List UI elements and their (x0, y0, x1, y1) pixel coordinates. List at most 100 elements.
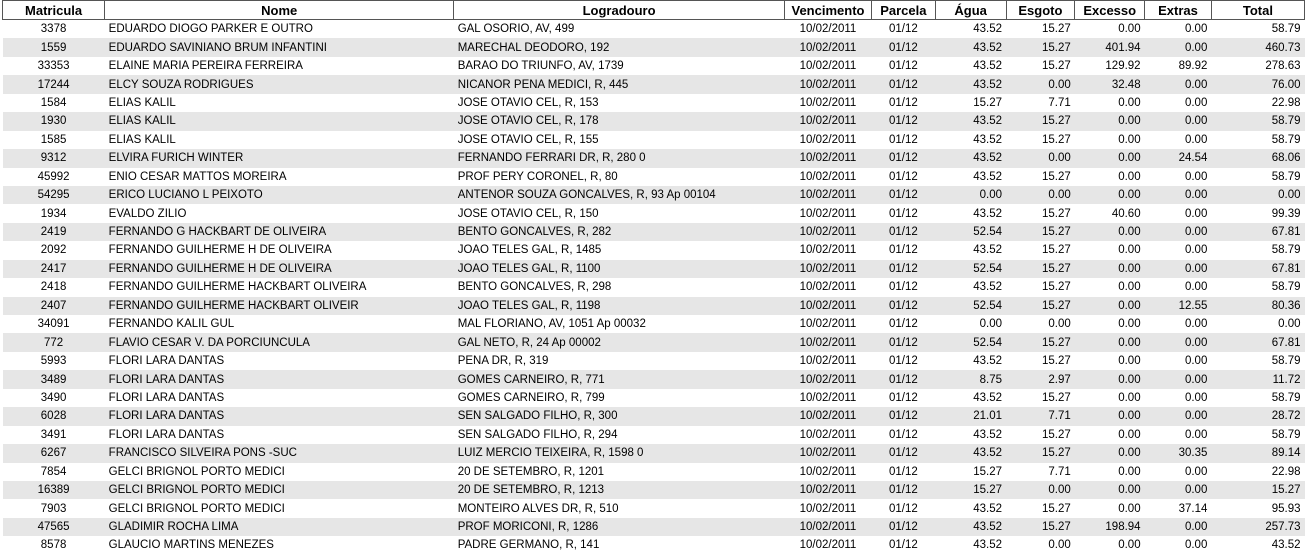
cell-nome: FERNANDO KALIL GUL (108, 318, 235, 331)
cell-matricula: 33353 (37, 60, 70, 73)
cell-agua: 43.52 (973, 391, 1003, 404)
cell-extras: 0.00 (1184, 244, 1208, 257)
cell-excesso: 0.00 (1118, 244, 1141, 257)
header-nome: Nome (104, 0, 455, 20)
cell-total: 76.00 (1211, 75, 1305, 94)
cell-esgoto: 15.27 (1042, 60, 1071, 73)
cell-total: 0.00 (1211, 185, 1305, 205)
table-header-row: Matricula Nome Logradouro Vencimento Par… (1, 0, 1306, 20)
cell-total: 89.14 (1211, 444, 1305, 463)
cell-total: 99.39 (1271, 207, 1301, 220)
cell-agua: 43.52 (973, 23, 1003, 36)
cell-excesso: 0.00 (1118, 170, 1141, 183)
cell-nome: FLORI LARA DANTAS (108, 428, 225, 441)
cell-vencimento: 10/02/2011 (799, 502, 857, 515)
cell-esgoto: 15.27 (1042, 502, 1071, 515)
cell-esgoto: 15.27 (1042, 207, 1071, 220)
cell-total: 11.72 (1211, 370, 1305, 389)
cell-vencimento: 10/02/2011 (784, 259, 872, 279)
cell-agua: 43.52 (973, 281, 1003, 294)
cell-logradouro: GAL NETO, R, 24 Ap 00002 (453, 333, 785, 352)
cell-agua: 43.52 (973, 502, 1003, 515)
cell-total: 80.36 (1211, 296, 1305, 315)
cell-matricula: 2417 (2, 259, 105, 279)
cell-agua: 43.52 (973, 133, 1003, 146)
cell-total: 67.81 (1211, 222, 1305, 242)
cell-agua: 52.54 (935, 259, 1007, 279)
cell-esgoto: 0.00 (1048, 318, 1071, 331)
cell-extras: 0.00 (1184, 170, 1208, 183)
table-row: 2092 FERNANDO GUILHERME H DE OLIVEIRA JOAO… (3, 241, 1305, 259)
cell-logradouro: FERNANDO FERRARI DR, R, 280 0 (453, 149, 785, 168)
cell-logradouro: JOSE OTAVIO CEL, R, 178 (453, 112, 785, 131)
cell-vencimento: 10/02/2011 (799, 207, 857, 220)
cell-matricula: 1934 (40, 207, 67, 220)
cell-vencimento: 10/02/2011 (799, 281, 857, 294)
table-row: 2407 FERNANDO GUILHERME HACKBART OLIVEIR J… (2, 296, 1305, 315)
cell-excesso: 0.00 (1118, 318, 1141, 331)
cell-agua: 0.00 (979, 318, 1003, 331)
header-matricula: Matricula (1, 0, 106, 20)
cell-excesso: 0.00 (1118, 281, 1141, 294)
cell-parcela: 01/12 (888, 170, 918, 183)
cell-matricula: 7854 (40, 465, 67, 478)
cell-parcela: 01/12 (888, 318, 918, 331)
cell-extras: 0.00 (1184, 23, 1208, 36)
cell-excesso: 0.00 (1074, 333, 1145, 352)
cell-total: 58.79 (1271, 244, 1301, 257)
cell-extras: 0.00 (1144, 407, 1212, 426)
cell-total: 58.79 (1211, 112, 1305, 131)
cell-excesso: 0.00 (1074, 259, 1145, 279)
cell-agua: 52.54 (935, 222, 1007, 242)
billing-table: Matricula Nome Logradouro Vencimento Par… (1, 0, 1306, 555)
cell-nome: FLORI LARA DANTAS (104, 407, 454, 426)
cell-nome: FERNANDO GUILHERME H DE OLIVEIRA (104, 259, 454, 279)
cell-total: 58.79 (1271, 281, 1301, 294)
cell-vencimento: 10/02/2011 (799, 133, 857, 146)
cell-nome: ELAINE MARIA PEREIRA FERREIRA (108, 60, 303, 73)
cell-agua: 0.00 (935, 185, 1007, 205)
cell-parcela: 01/12 (871, 296, 936, 315)
table-row: 16389 GELCI BRIGNOL PORTO MEDICI 20 DE SET… (2, 480, 1305, 500)
cell-excesso: 0.00 (1074, 480, 1145, 500)
cell-parcela: 01/12 (888, 96, 918, 109)
table-row: 3491 FLORI LARA DANTAS SEN SALGADO FILHO, … (3, 426, 1305, 444)
cell-vencimento: 10/02/2011 (799, 170, 857, 183)
cell-esgoto: 15.27 (1042, 170, 1071, 183)
table-row: 6028 FLORI LARA DANTAS SEN SALGADO FILHO, … (2, 407, 1305, 426)
cell-esgoto: 15.27 (1042, 281, 1071, 294)
cell-total: 58.79 (1271, 428, 1301, 441)
table-row: 17244 ELCY SOUZA RODRIGUES NICANOR PENA ME… (2, 75, 1305, 94)
cell-matricula: 2419 (2, 222, 105, 242)
cell-total: 58.79 (1271, 391, 1301, 404)
cell-extras: 0.00 (1144, 38, 1212, 57)
cell-excesso: 0.00 (1118, 465, 1141, 478)
cell-logradouro: GOMES CARNEIRO, R, 771 (453, 370, 785, 389)
cell-logradouro: 20 DE SETEMBRO, R, 1213 (453, 480, 785, 500)
cell-extras: 0.00 (1144, 333, 1212, 352)
cell-vencimento: 10/02/2011 (784, 480, 872, 500)
cell-matricula: 6267 (2, 444, 105, 463)
cell-logradouro: 20 DE SETEMBRO, R, 1201 (457, 465, 605, 478)
cell-vencimento: 10/02/2011 (784, 444, 872, 463)
cell-matricula: 9312 (2, 149, 105, 168)
cell-matricula: 45992 (37, 170, 70, 183)
cell-logradouro: BENTO GONCALVES, R, 282 (453, 222, 785, 242)
cell-matricula: 17244 (2, 75, 105, 94)
cell-extras: 0.00 (1144, 112, 1212, 131)
cell-agua: 43.52 (973, 244, 1003, 257)
table-row: 47565 GLADIMIR ROCHA LIMA PROF MORICONI, R… (2, 517, 1305, 537)
cell-total: 15.27 (1211, 480, 1305, 500)
cell-esgoto: 15.27 (1006, 222, 1075, 242)
cell-nome: FRANCISCO SILVEIRA PONS -SUC (104, 444, 454, 463)
cell-agua: 15.27 (973, 465, 1003, 478)
cell-excesso: 0.00 (1074, 149, 1145, 168)
table-row: 54295 ERICO LUCIANO L PEIXOTO ANTENOR SOUZ… (2, 185, 1305, 205)
table-row: 772 FLAVIO CESAR V. DA PORCIUNCULA GAL NET… (2, 333, 1305, 352)
cell-matricula: 1584 (40, 96, 67, 109)
table-row: 5993 FLORI LARA DANTAS PENA DR, R, 319 10/0… (3, 352, 1305, 370)
cell-extras: 0.00 (1184, 391, 1208, 404)
cell-total: 22.98 (1271, 96, 1301, 109)
cell-nome: GLADIMIR ROCHA LIMA (104, 517, 454, 537)
cell-agua: 15.27 (935, 480, 1007, 500)
